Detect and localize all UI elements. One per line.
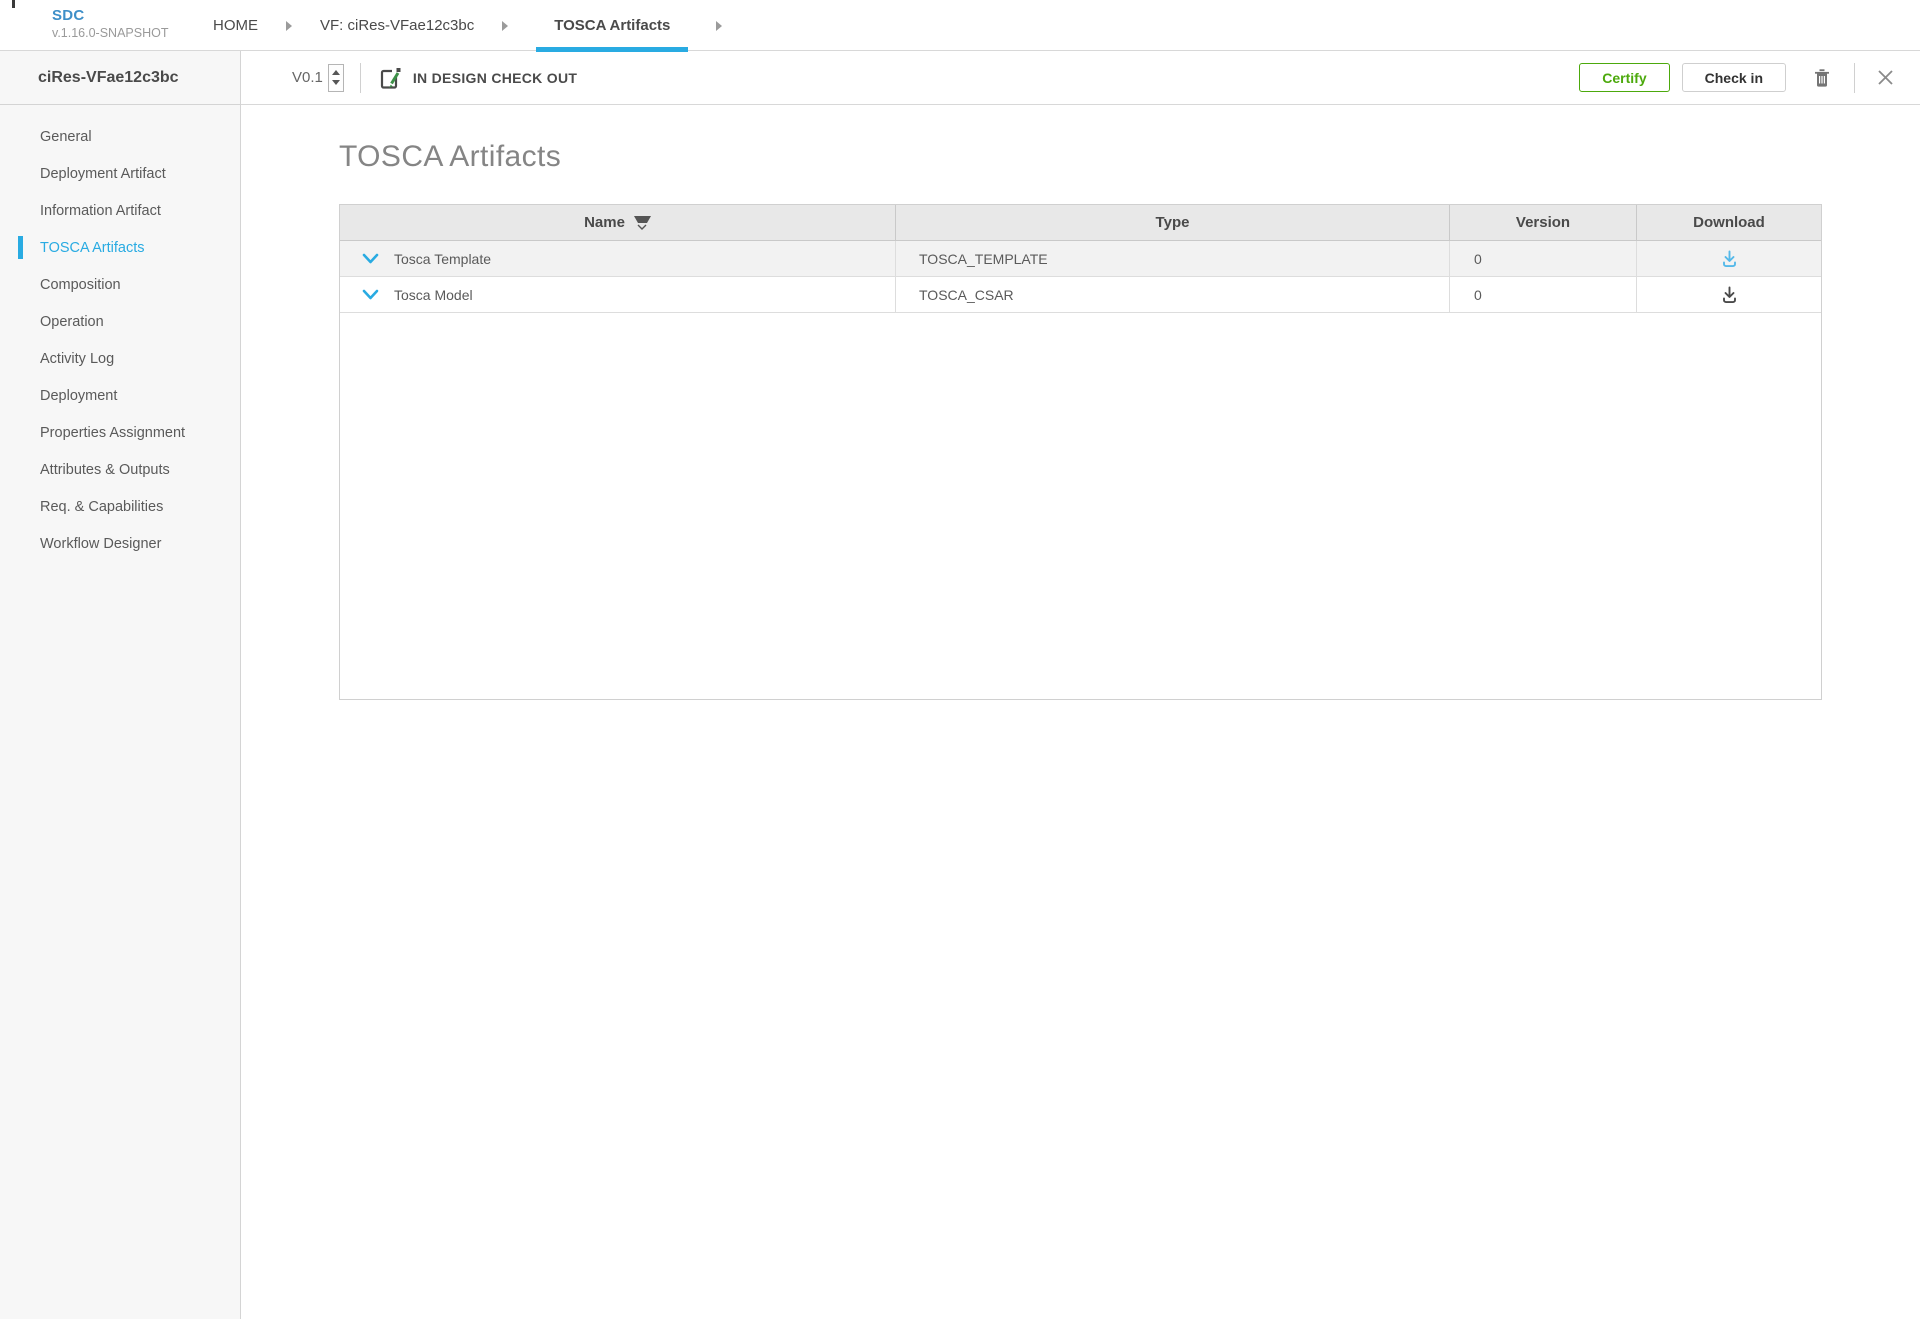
sidebar-item-general[interactable]: General: [0, 118, 240, 155]
sidebar-item-operation[interactable]: Operation: [0, 303, 240, 340]
sidebar: ciRes-VFae12c3bc General Deployment Arti…: [0, 51, 241, 1319]
sidebar-item-composition[interactable]: Composition: [0, 266, 240, 303]
version-selector[interactable]: V0.1: [292, 64, 344, 92]
breadcrumb-separator-icon: [716, 21, 722, 31]
sort-icon[interactable]: [634, 216, 651, 230]
artifact-version: 0: [1450, 241, 1637, 276]
toolbar-divider: [360, 63, 361, 93]
download-cell: [1637, 241, 1821, 276]
artifact-type: TOSCA_TEMPLATE: [896, 241, 1450, 276]
sidebar-item-req-capabilities[interactable]: Req. & Capabilities: [0, 488, 240, 525]
download-icon: [1720, 250, 1739, 268]
trash-icon: [1812, 67, 1832, 89]
toolbar: V0.1 IN DESIGN CHECK OUT Certi: [241, 51, 1920, 105]
toolbar-divider: [1854, 63, 1855, 93]
artifact-type: TOSCA_CSAR: [896, 277, 1450, 312]
main-area: V0.1 IN DESIGN CHECK OUT Certi: [241, 51, 1920, 1319]
close-button[interactable]: [1877, 69, 1894, 86]
corner-mark: [12, 0, 15, 8]
sidebar-item-attributes-outputs[interactable]: Attributes & Outputs: [0, 451, 240, 488]
close-icon: [1877, 69, 1894, 86]
top-header: SDC v.1.16.0-SNAPSHOT HOME VF: ciRes-VFa…: [0, 0, 1920, 51]
page-title: TOSCA Artifacts: [339, 140, 1920, 174]
sidebar-item-activity-log[interactable]: Activity Log: [0, 340, 240, 377]
delete-button[interactable]: [1812, 67, 1832, 89]
download-icon: [1720, 286, 1739, 304]
chevron-down-icon[interactable]: [362, 289, 379, 301]
sidebar-item-information-artifact[interactable]: Information Artifact: [0, 192, 240, 229]
content: TOSCA Artifacts Name Type Versio: [241, 105, 1920, 700]
logo-title: SDC: [52, 7, 168, 26]
certify-button[interactable]: Certify: [1579, 63, 1669, 92]
artifact-name: Tosca Template: [394, 251, 491, 267]
download-button[interactable]: [1718, 284, 1741, 306]
sidebar-nav: General Deployment Artifact Information …: [0, 105, 240, 562]
artifact-name: Tosca Model: [394, 287, 473, 303]
component-name: ciRes-VFae12c3bc: [0, 51, 240, 105]
logo-version: v.1.16.0-SNAPSHOT: [52, 26, 168, 42]
sidebar-item-deployment-artifact[interactable]: Deployment Artifact: [0, 155, 240, 192]
table-header-row: Name Type Version Download: [340, 205, 1821, 241]
lifecycle-status: IN DESIGN CHECK OUT: [377, 65, 577, 91]
version-spinner-icon[interactable]: [328, 64, 344, 92]
checkout-icon: [377, 65, 403, 91]
sidebar-item-properties-assignment[interactable]: Properties Assignment: [0, 414, 240, 451]
column-header-name: Name: [340, 205, 896, 240]
column-header-version: Version: [1450, 205, 1637, 240]
download-button[interactable]: [1718, 248, 1741, 270]
sdc-logo: SDC v.1.16.0-SNAPSHOT: [52, 7, 168, 41]
artifact-version: 0: [1450, 277, 1637, 312]
chevron-down-icon[interactable]: [362, 253, 379, 265]
table-row: Tosca Template TOSCA_TEMPLATE 0: [340, 241, 1821, 277]
column-header-download: Download: [1637, 205, 1821, 240]
sidebar-item-tosca-artifacts[interactable]: TOSCA Artifacts: [0, 229, 240, 266]
tosca-artifacts-table: Name Type Version Download: [339, 204, 1822, 700]
download-cell: [1637, 277, 1821, 312]
breadcrumb-separator-icon: [502, 21, 508, 31]
table-row: Tosca Model TOSCA_CSAR 0: [340, 277, 1821, 313]
version-label: V0.1: [292, 69, 323, 86]
column-header-type: Type: [896, 205, 1450, 240]
breadcrumb-home[interactable]: HOME: [213, 0, 258, 51]
checkin-button[interactable]: Check in: [1682, 63, 1786, 92]
artifact-name-cell: Tosca Template: [340, 241, 896, 276]
breadcrumb-vf[interactable]: VF: ciRes-VFae12c3bc: [320, 0, 474, 51]
sdc-app: SDC v.1.16.0-SNAPSHOT HOME VF: ciRes-VFa…: [0, 0, 1920, 1319]
sidebar-item-workflow-designer[interactable]: Workflow Designer: [0, 525, 240, 562]
breadcrumb-separator-icon: [286, 21, 292, 31]
artifact-name-cell: Tosca Model: [340, 277, 896, 312]
status-text: IN DESIGN CHECK OUT: [413, 70, 577, 86]
breadcrumb: HOME VF: ciRes-VFae12c3bc TOSCA Artifact…: [213, 0, 750, 51]
breadcrumb-tosca-artifacts[interactable]: TOSCA Artifacts: [536, 0, 688, 51]
sidebar-item-deployment[interactable]: Deployment: [0, 377, 240, 414]
